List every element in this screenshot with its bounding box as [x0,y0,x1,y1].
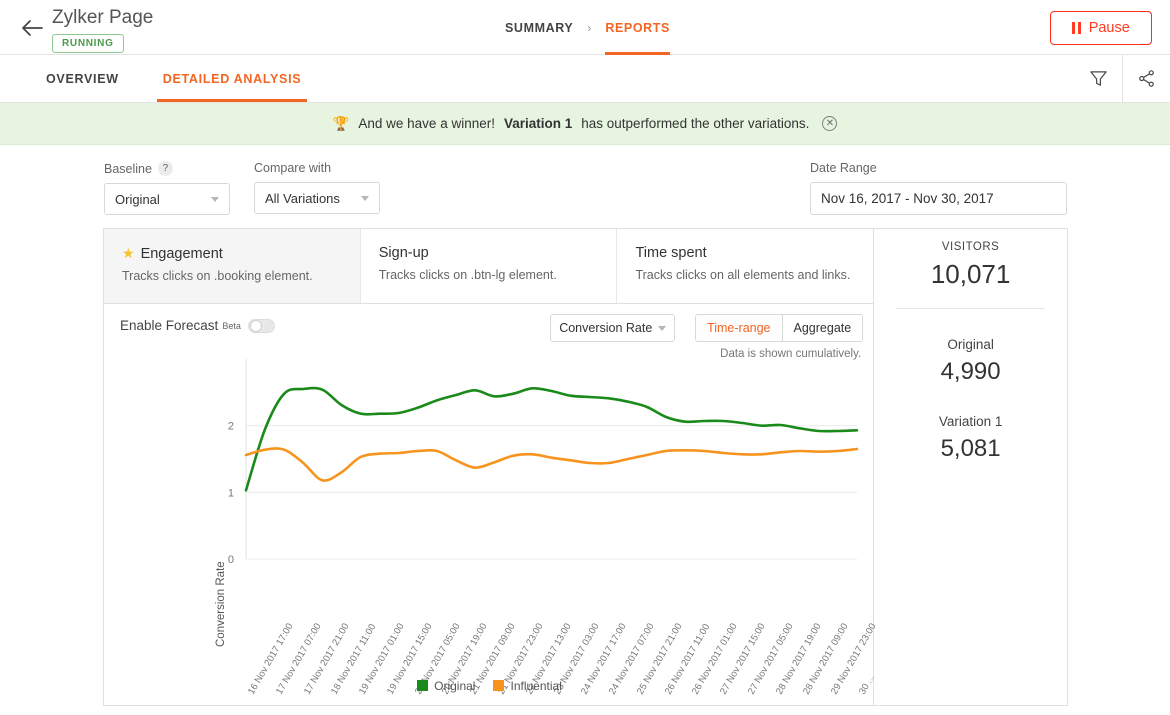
legend-item-influential[interactable]: Influential [493,679,561,693]
compare-label-row: Compare with [254,161,380,175]
compare-field: Compare with All Variations [254,161,380,214]
chart-legend: Original Influential [104,679,875,693]
stats-panel: VISITORS 10,071 Original 4,990 Variation… [874,229,1067,705]
back-arrow-icon[interactable] [18,14,46,42]
goal-description: Tracks clicks on .booking element. [122,269,342,283]
chart-panel: ★ Engagement Tracks clicks on .booking e… [104,229,874,705]
compare-label: Compare with [254,161,331,175]
forecast-label: Enable Forecast [120,318,218,333]
banner-text-before: And we have a winner! [358,116,495,131]
close-icon[interactable]: ✕ [822,116,837,131]
goal-title: Sign-up [379,245,429,261]
daterange-label: Date Range [810,161,877,175]
top-header: Zylker Page RUNNING SUMMARY › REPORTS Pa… [0,0,1170,55]
breadcrumb: SUMMARY › REPORTS [505,0,670,55]
baseline-field: Baseline ? Original [104,161,230,215]
divider [896,308,1045,309]
x-axis-ticks: 16 Nov 2017 17:0017 Nov 2017 07:0017 Nov… [104,691,875,715]
pause-button-label: Pause [1089,20,1130,36]
y-axis-label: Conversion Rate [215,561,227,647]
goal-description: Tracks clicks on .btn-lg element. [379,268,599,282]
legend-swatch [417,680,428,691]
app-root: Zylker Page RUNNING SUMMARY › REPORTS Pa… [0,0,1170,715]
baseline-select[interactable]: Original [104,183,230,215]
goal-tab-engagement[interactable]: ★ Engagement Tracks clicks on .booking e… [104,229,361,303]
original-value: 4,990 [874,358,1067,386]
breadcrumb-summary[interactable]: SUMMARY [505,0,573,55]
daterange-input[interactable]: Nov 16, 2017 - Nov 30, 2017 [810,182,1067,215]
pause-button[interactable]: Pause [1050,11,1152,45]
help-icon[interactable]: ? [158,161,173,176]
legend-swatch [493,680,504,691]
toggle-knob [250,320,262,332]
daterange-label-row: Date Range [810,161,1067,175]
variation-value: 5,081 [874,435,1067,463]
goal-name-row: Sign-up [379,245,599,261]
original-label: Original [874,337,1067,352]
legend-label: Influential [510,679,561,693]
goal-name-row: ★ Engagement [122,245,342,262]
winner-banner: 🏆 And we have a winner! Variation 1 has … [0,103,1170,145]
title-block: Zylker Page RUNNING [52,0,153,53]
svg-text:0: 0 [228,554,234,566]
banner-highlight: Variation 1 [504,116,572,131]
view-mode-segmented: Time-range Aggregate [695,314,863,342]
chevron-down-icon [658,326,666,331]
trophy-icon: 🏆 [333,116,350,132]
chart-controls: Enable Forecast Beta Conversion Rate Tim… [104,304,873,352]
filter-icon[interactable] [1074,55,1122,102]
daterange-value: Nov 16, 2017 - Nov 30, 2017 [821,191,994,206]
goal-tab-time-spent[interactable]: Time spent Tracks clicks on all elements… [617,229,873,303]
baseline-label-row: Baseline ? [104,161,230,176]
sub-navigation-actions [1074,55,1170,102]
chevron-down-icon [211,197,219,202]
star-icon: ★ [122,245,135,262]
share-icon[interactable] [1122,55,1170,102]
forecast-toggle[interactable] [248,319,275,333]
forecast-toggle-group: Enable Forecast Beta [120,318,275,333]
goal-title: Time spent [635,245,706,261]
compare-select[interactable]: All Variations [254,182,380,214]
beta-label: Beta [222,321,241,331]
goal-description: Tracks clicks on all elements and links. [635,268,855,282]
goal-title: Engagement [141,246,223,262]
status-badge: RUNNING [52,34,124,53]
goal-tabs: ★ Engagement Tracks clicks on .booking e… [104,229,873,304]
compare-select-value: All Variations [265,191,340,206]
segment-aggregate[interactable]: Aggregate [783,315,863,341]
segment-time-range[interactable]: Time-range [696,315,782,341]
svg-text:1: 1 [228,487,234,499]
metric-select-value: Conversion Rate [559,321,652,335]
pause-icon [1072,22,1081,34]
baseline-label: Baseline [104,162,152,176]
baseline-select-value: Original [115,192,160,207]
daterange-field: Date Range Nov 16, 2017 - Nov 30, 2017 [810,161,1067,215]
chevron-down-icon [361,196,369,201]
svg-text:2: 2 [228,421,234,433]
variation-label: Variation 1 [874,414,1067,429]
report-card: ★ Engagement Tracks clicks on .booking e… [103,228,1068,706]
tab-overview[interactable]: OVERVIEW [42,55,123,102]
visitors-label: VISITORS [874,241,1067,253]
filters-row: Baseline ? Original Compare with All Var… [0,145,1170,223]
breadcrumb-separator: › [587,21,591,35]
banner-text-after: has outperformed the other variations. [581,116,809,131]
legend-item-original[interactable]: Original [417,679,475,693]
goal-tab-signup[interactable]: Sign-up Tracks clicks on .btn-lg element… [361,229,618,303]
page-title: Zylker Page [52,6,153,30]
breadcrumb-reports[interactable]: REPORTS [605,0,670,55]
visitors-value: 10,071 [874,259,1067,290]
legend-label: Original [434,679,475,693]
goal-name-row: Time spent [635,245,855,261]
sub-navigation: OVERVIEW DETAILED ANALYSIS [0,55,1170,103]
tab-detailed-analysis[interactable]: DETAILED ANALYSIS [159,55,306,102]
metric-select[interactable]: Conversion Rate [550,314,675,342]
